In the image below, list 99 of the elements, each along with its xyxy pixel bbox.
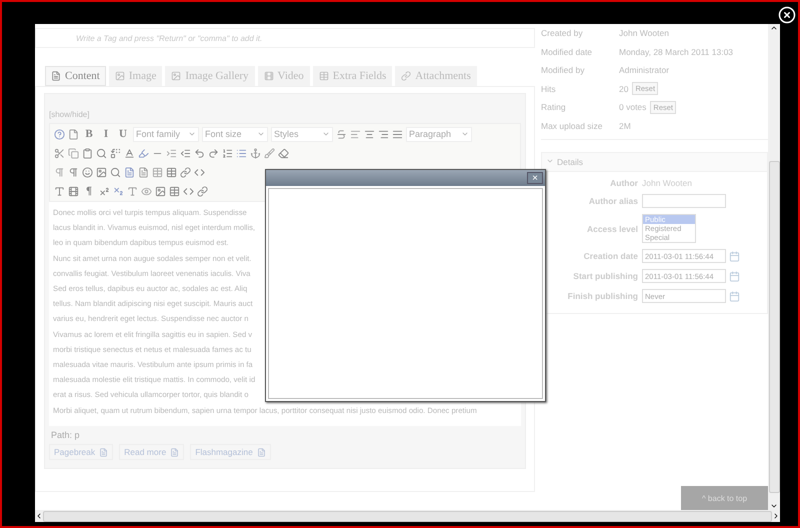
anchor-icon[interactable] xyxy=(250,148,261,158)
caret-icon xyxy=(461,130,469,138)
align-justify-icon[interactable] xyxy=(392,128,403,140)
subscript-icon[interactable] xyxy=(113,186,124,196)
details-title: Details xyxy=(557,157,583,167)
info-value: 0 votes xyxy=(619,102,646,112)
scroll-up-icon[interactable] xyxy=(770,24,778,32)
clipboard-icon[interactable] xyxy=(82,148,93,158)
path-label: Path: p xyxy=(50,429,81,442)
close-icon[interactable] xyxy=(778,6,796,24)
format-dropdown[interactable]: Paragraph xyxy=(406,126,472,142)
document-icon xyxy=(99,448,108,456)
details-header[interactable]: Details xyxy=(541,152,768,172)
info-value: Administrator xyxy=(619,65,670,76)
image-icon[interactable] xyxy=(155,186,166,196)
search-icon[interactable] xyxy=(96,148,107,158)
info-label: Modified by xyxy=(541,65,586,76)
show-hide-link[interactable]: [show/hide] xyxy=(49,110,521,119)
document-icon[interactable] xyxy=(124,166,135,178)
scrollbar-thumb[interactable] xyxy=(768,161,780,493)
tab[interactable]: Image xyxy=(108,66,162,86)
numbered-list-icon[interactable] xyxy=(222,148,233,158)
font-icon[interactable] xyxy=(127,186,138,196)
info-label: Hits xyxy=(541,84,557,94)
highlighter-icon[interactable] xyxy=(138,148,149,158)
table-icon xyxy=(318,71,329,81)
caret-icon xyxy=(188,130,196,138)
smiley-icon[interactable] xyxy=(82,166,93,178)
pilcrow-icon[interactable] xyxy=(68,166,79,178)
image-icon[interactable] xyxy=(96,166,107,178)
editor-button[interactable]: Flashmagazine xyxy=(190,444,271,460)
film-icon xyxy=(264,71,274,81)
document-icon xyxy=(256,448,266,456)
align-right-icon[interactable] xyxy=(378,128,389,140)
format-button[interactable]: U xyxy=(116,127,130,141)
image-icon xyxy=(171,71,182,81)
eraser-icon[interactable] xyxy=(278,148,289,158)
superscript-icon[interactable] xyxy=(99,186,110,196)
scroll-right-icon[interactable] xyxy=(772,512,780,520)
image-icon xyxy=(114,71,125,81)
table-icon[interactable] xyxy=(152,166,163,178)
code-icon[interactable] xyxy=(183,186,194,196)
tab[interactable]: Attachments xyxy=(395,66,477,86)
editor-button[interactable]: Read more xyxy=(119,444,184,460)
format-button[interactable]: ¶ xyxy=(82,184,96,198)
replace-icon[interactable] xyxy=(110,148,121,158)
strikethrough-icon[interactable] xyxy=(336,128,347,140)
text-color-icon[interactable] xyxy=(124,148,135,158)
align-center-icon[interactable] xyxy=(364,128,375,140)
link-icon xyxy=(401,71,412,81)
document-icon xyxy=(51,71,61,81)
code-icon[interactable] xyxy=(194,166,205,178)
vertical-scrollbar[interactable] xyxy=(768,24,780,510)
info-value: John Wooten xyxy=(619,28,669,38)
preview-icon[interactable] xyxy=(141,186,152,196)
table-icon[interactable] xyxy=(166,166,177,178)
copy-icon[interactable] xyxy=(68,148,79,158)
info-value: 2M xyxy=(619,120,631,131)
help-icon[interactable] xyxy=(54,128,65,140)
format-dropdown[interactable]: Font size xyxy=(202,126,268,142)
redo-icon[interactable] xyxy=(208,148,219,158)
info-label: Max upload size xyxy=(541,120,604,131)
scroll-down-icon[interactable] xyxy=(770,502,778,510)
format-button[interactable]: B xyxy=(82,127,96,141)
caret-icon xyxy=(257,130,265,138)
info-value: Monday, 28 March 2011 13:03 xyxy=(619,46,734,57)
table-icon[interactable] xyxy=(169,186,180,196)
brush-icon[interactable] xyxy=(264,148,275,158)
editor-button[interactable]: Pagebreak xyxy=(49,444,114,460)
tab[interactable]: Video xyxy=(258,66,310,86)
indent-icon[interactable] xyxy=(166,148,177,158)
format-dropdown[interactable]: Font family xyxy=(133,126,199,142)
info-value: 20 xyxy=(619,84,628,94)
film-icon[interactable] xyxy=(68,186,79,196)
search-icon[interactable] xyxy=(110,166,121,178)
link-icon[interactable] xyxy=(197,186,208,196)
tab[interactable]: Content xyxy=(45,66,106,86)
cut-icon[interactable] xyxy=(54,148,65,158)
tab[interactable]: Extra Fields xyxy=(312,66,392,86)
document-icon xyxy=(170,448,180,456)
pilcrow-icon[interactable] xyxy=(54,166,65,178)
info-label: Created by xyxy=(541,28,584,38)
format-dropdown[interactable]: Styles xyxy=(271,126,333,142)
font-icon[interactable] xyxy=(54,186,65,196)
info-label: Rating xyxy=(541,102,567,112)
undo-icon[interactable] xyxy=(194,148,205,158)
link-icon[interactable] xyxy=(180,166,191,178)
document-icon[interactable] xyxy=(138,166,149,178)
tab[interactable]: Image Gallery xyxy=(165,66,255,86)
format-button[interactable]: I xyxy=(99,127,113,141)
page-icon[interactable] xyxy=(68,128,79,140)
align-left-icon[interactable] xyxy=(350,128,361,140)
info-label: Modified date xyxy=(541,46,594,57)
outdent-icon[interactable] xyxy=(180,148,191,158)
scroll-left-icon[interactable] xyxy=(35,512,43,520)
close-button[interactable]: × xyxy=(527,172,543,184)
bullet-list-icon[interactable] xyxy=(236,148,247,158)
text-input[interactable] xyxy=(642,194,726,208)
caret-icon xyxy=(322,130,330,138)
